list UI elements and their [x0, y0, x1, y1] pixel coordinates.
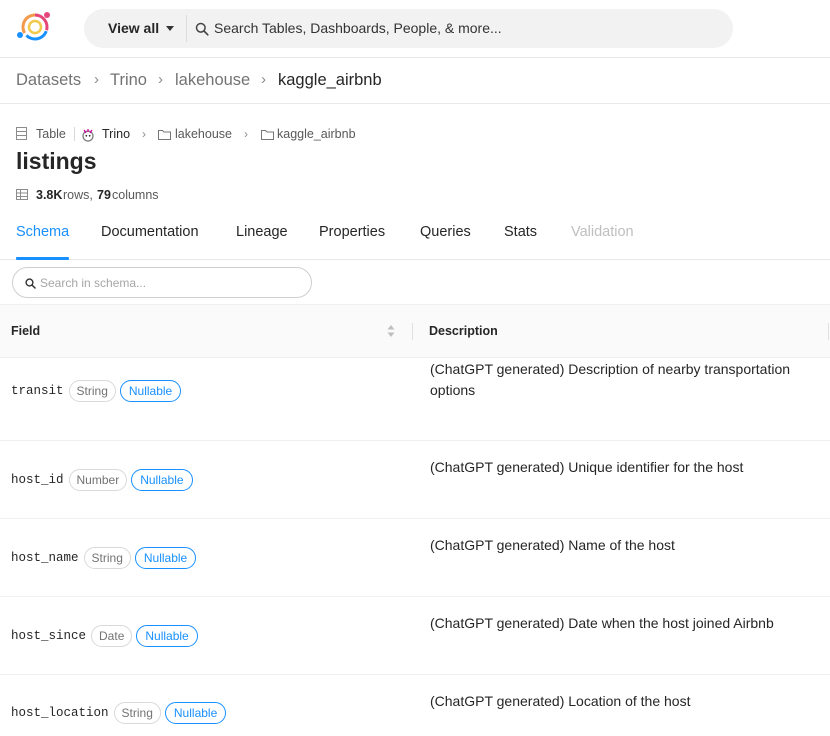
tab-stats[interactable]: Stats: [504, 212, 537, 252]
field-cell: host_id Number Nullable: [11, 469, 193, 491]
view-all-dropdown[interactable]: View all: [108, 9, 159, 48]
table-row[interactable]: host_since Date Nullable (ChatGPT genera…: [0, 597, 830, 675]
column-header-description[interactable]: Description: [429, 305, 498, 357]
chevron-right-icon: ›: [142, 127, 146, 141]
caret-down-icon[interactable]: [166, 26, 174, 31]
breadcrumb-item-current: kaggle_airbnb: [278, 71, 382, 89]
table-row[interactable]: host_location String Nullable (ChatGPT g…: [0, 675, 830, 736]
tab-lineage[interactable]: Lineage: [236, 212, 288, 252]
tab-validation: Validation: [571, 224, 634, 240]
field-description[interactable]: (ChatGPT generated) Name of the host: [430, 535, 800, 556]
tab-schema[interactable]: Schema: [16, 212, 69, 252]
field-name: host_location: [11, 706, 109, 720]
entity-type-label: Table: [36, 127, 66, 141]
row-count-label: rows,: [63, 188, 93, 202]
field-cell: host_name String Nullable: [11, 547, 197, 569]
global-search-bar[interactable]: View all Search Tables, Dashboards, Peop…: [84, 9, 733, 48]
datahub-logo-icon[interactable]: [14, 8, 54, 46]
table-row[interactable]: host_name String Nullable (ChatGPT gener…: [0, 519, 830, 597]
breadcrumb-item-lakehouse[interactable]: lakehouse: [175, 58, 250, 102]
entity-tabs: Schema Documentation Lineage Properties …: [0, 212, 830, 260]
breadcrumb: Datasets › Trino › lakehouse › kaggle_ai…: [0, 58, 830, 104]
column-count-value: 79: [97, 188, 111, 202]
chevron-right-icon: ›: [158, 71, 163, 88]
field-name: transit: [11, 384, 64, 398]
schema-toolbar: [0, 260, 830, 305]
table-row[interactable]: transit String Nullable (ChatGPT generat…: [0, 358, 830, 441]
field-cell: host_since Date Nullable: [11, 625, 198, 647]
global-search-input[interactable]: Search Tables, Dashboards, People, & mor…: [214, 9, 502, 48]
sort-icon[interactable]: [387, 324, 395, 338]
field-name: host_id: [11, 473, 64, 487]
search-divider: [186, 15, 187, 42]
tab-queries[interactable]: Queries: [420, 212, 471, 252]
column-divider: [828, 323, 829, 340]
top-navigation: View all Search Tables, Dashboards, Peop…: [0, 0, 830, 58]
folder-icon: [158, 130, 171, 140]
field-description[interactable]: (ChatGPT generated) Location of the host: [430, 691, 800, 712]
folder-icon: [261, 130, 274, 140]
breadcrumb-item-datasets[interactable]: Datasets: [16, 58, 81, 102]
type-tag: Number: [68, 469, 128, 491]
trino-logo-icon: [82, 129, 94, 142]
chevron-right-icon: ›: [244, 127, 248, 141]
nullable-tag: Nullable: [131, 469, 193, 491]
page-title: listings: [16, 148, 97, 174]
search-icon: [25, 278, 36, 289]
table-icon: [16, 127, 27, 140]
schema-table-header: Field Description: [0, 305, 830, 358]
tab-properties[interactable]: Properties: [319, 212, 385, 252]
breadcrumb-item-trino[interactable]: Trino: [110, 58, 147, 102]
table-grid-icon: [16, 189, 28, 200]
entity-platform-label[interactable]: Trino: [102, 125, 130, 143]
field-cell: transit String Nullable: [11, 380, 182, 402]
field-name: host_name: [11, 551, 79, 565]
field-cell: host_location String Nullable: [11, 702, 227, 724]
entity-path-lakehouse[interactable]: lakehouse: [175, 125, 232, 143]
nullable-tag: Nullable: [134, 547, 197, 569]
field-name: host_since: [11, 629, 87, 643]
type-tag: Date: [91, 625, 133, 647]
field-description[interactable]: (ChatGPT generated) Unique identifier fo…: [430, 457, 800, 478]
column-count-label: columns: [112, 188, 159, 202]
row-count-value: 3.8K: [36, 188, 63, 202]
type-tag: String: [113, 702, 161, 724]
type-tag: String: [68, 380, 116, 402]
column-divider: [412, 323, 413, 340]
nullable-tag: Nullable: [119, 380, 182, 402]
field-description[interactable]: (ChatGPT generated) Date when the host j…: [430, 613, 800, 634]
table-row[interactable]: host_id Number Nullable (ChatGPT generat…: [0, 441, 830, 519]
chevron-right-icon: ›: [261, 71, 266, 88]
divider: [74, 127, 75, 141]
schema-search-box[interactable]: [12, 267, 312, 298]
search-icon: [195, 22, 209, 36]
tab-documentation[interactable]: Documentation: [101, 212, 199, 252]
field-description[interactable]: (ChatGPT generated) Description of nearb…: [430, 359, 800, 401]
chevron-right-icon: ›: [94, 71, 99, 88]
nullable-tag: Nullable: [164, 702, 227, 724]
type-tag: String: [83, 547, 131, 569]
nullable-tag: Nullable: [136, 625, 198, 647]
entity-path-kaggle-airbnb[interactable]: kaggle_airbnb: [277, 125, 356, 143]
column-header-field[interactable]: Field: [11, 305, 40, 357]
schema-search-input[interactable]: [40, 272, 300, 293]
